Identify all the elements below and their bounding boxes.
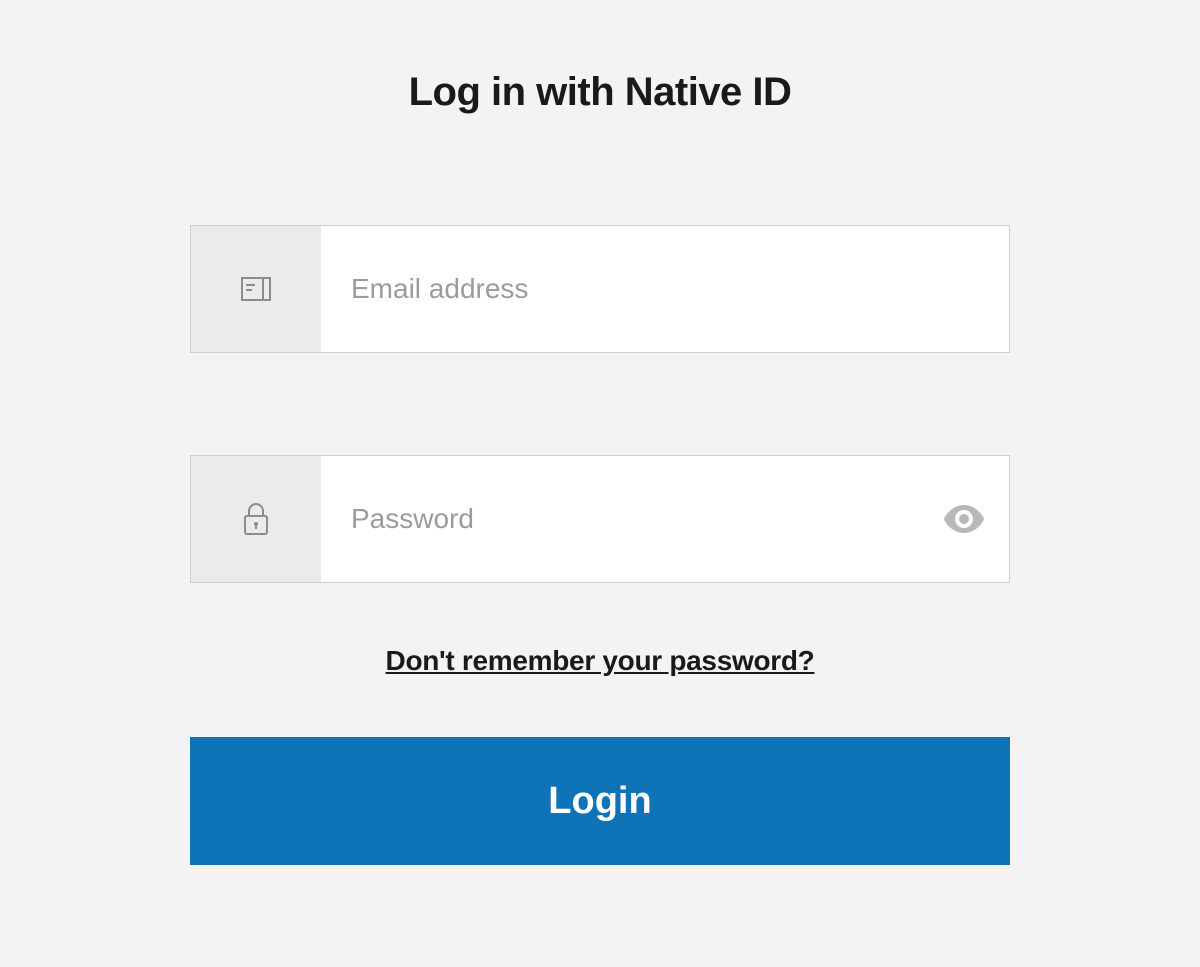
forgot-password-link[interactable]: Don't remember your password? [190,645,1010,677]
login-button[interactable]: Login [190,737,1010,865]
toggle-password-visibility[interactable] [919,456,1009,582]
page-title: Log in with Native ID [409,70,792,115]
email-icon [241,277,271,301]
password-field[interactable] [321,456,919,582]
email-field[interactable] [321,226,1009,352]
email-icon-box [191,226,321,352]
eye-icon [944,505,984,533]
password-input-group [190,455,1010,583]
email-input-group [190,225,1010,353]
login-form: Don't remember your password? Login [190,225,1010,865]
lock-icon [243,502,269,536]
password-icon-box [191,456,321,582]
